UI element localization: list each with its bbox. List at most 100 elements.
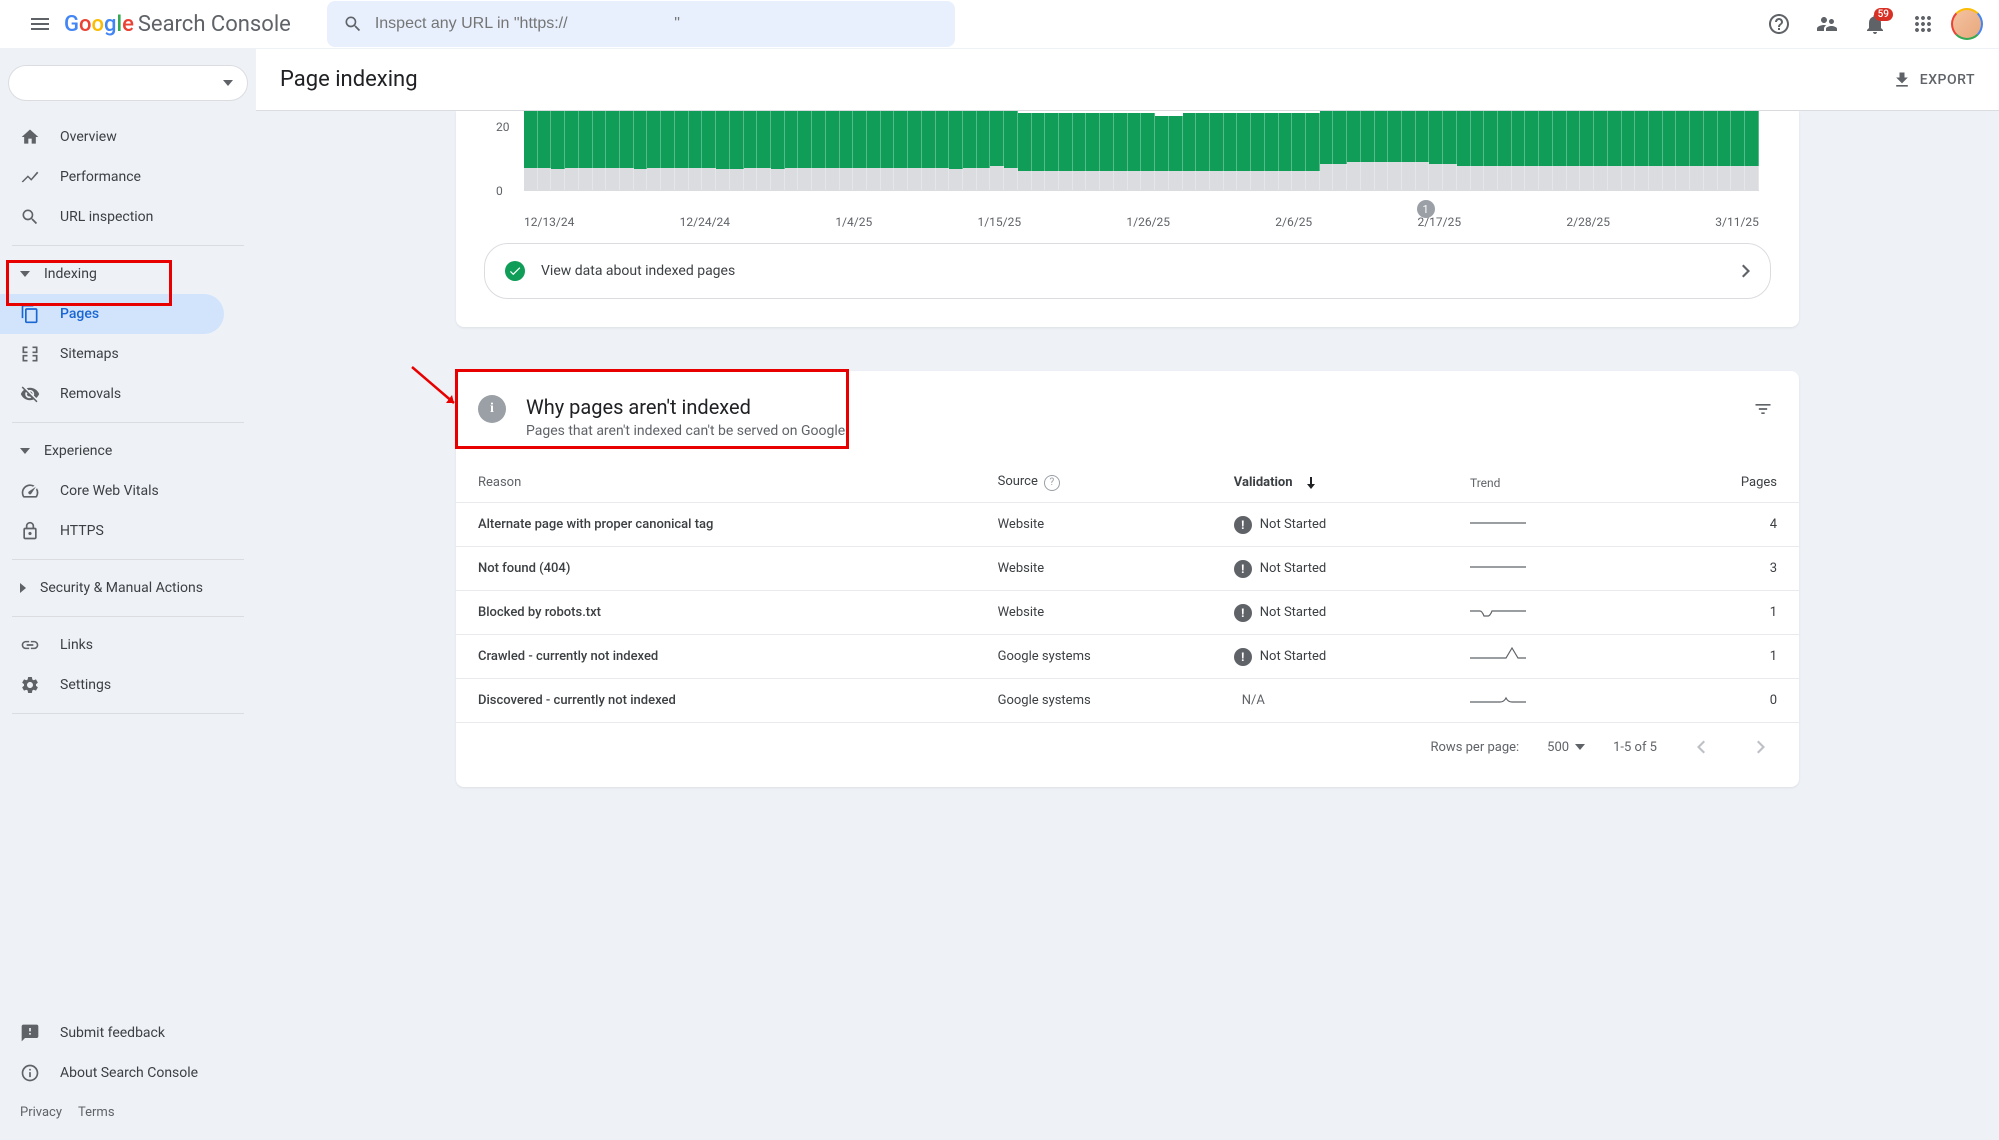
sidebar-section-indexing[interactable]: Indexing: [0, 254, 256, 294]
reasons-table: Reason Source? Validation Trend Pages Al…: [456, 463, 1799, 723]
table-row[interactable]: Blocked by robots.txt Website !Not Start…: [456, 591, 1799, 635]
sitemap-icon: [20, 344, 40, 364]
sidebar-label: Sitemaps: [60, 346, 119, 362]
sidebar-label: URL inspection: [60, 209, 153, 225]
notifications-icon[interactable]: 59: [1855, 4, 1895, 44]
visibility-off-icon: [20, 384, 40, 404]
sidebar-label: Removals: [60, 386, 121, 402]
col-validation-header[interactable]: Validation: [1234, 475, 1470, 490]
logo[interactable]: Google Search Console: [64, 12, 291, 37]
table-row[interactable]: Discovered - currently not indexed Googl…: [456, 679, 1799, 723]
sidebar-label: HTTPS: [60, 523, 104, 539]
filter-icon[interactable]: [1749, 395, 1777, 427]
sidebar-item-settings[interactable]: Settings: [0, 665, 224, 705]
indexing-chart: 20 0 1 12/13/2412/24/241/4/251/15/251/26…: [496, 111, 1759, 211]
export-label: EXPORT: [1920, 72, 1975, 88]
view-indexed-pages-button[interactable]: View data about indexed pages: [484, 243, 1771, 299]
chevron-right-icon: [20, 583, 26, 593]
app-header: Google Search Console 59: [0, 0, 1999, 48]
sidebar-label: About Search Console: [60, 1065, 198, 1081]
table-row[interactable]: Alternate page with proper canonical tag…: [456, 503, 1799, 547]
table-row[interactable]: Crawled - currently not indexed Google s…: [456, 635, 1799, 679]
y-tick: 0: [496, 184, 503, 198]
view-data-label: View data about indexed pages: [541, 263, 1726, 279]
next-page-button[interactable]: [1745, 731, 1777, 763]
col-pages-header[interactable]: Pages: [1659, 475, 1777, 490]
users-icon[interactable]: [1807, 4, 1847, 44]
sidebar: Overview Performance URL inspection Inde…: [0, 49, 256, 1140]
col-trend-header[interactable]: Trend: [1470, 476, 1659, 490]
sidebar-label: Pages: [60, 306, 99, 322]
prev-page-button[interactable]: [1685, 731, 1717, 763]
help-icon[interactable]: ?: [1044, 475, 1060, 491]
url-inspect-search[interactable]: [327, 1, 955, 47]
table-footer: Rows per page: 500 1-5 of 5: [456, 723, 1799, 763]
sidebar-label: Links: [60, 637, 93, 653]
property-selector[interactable]: [8, 65, 248, 101]
export-button[interactable]: EXPORT: [1892, 70, 1975, 90]
check-icon: [505, 261, 525, 281]
search-input[interactable]: [375, 15, 939, 33]
why-subtitle: Pages that aren't indexed can't be serve…: [526, 423, 845, 439]
chevron-down-icon: [20, 271, 30, 277]
sidebar-label: Experience: [44, 443, 112, 459]
table-row[interactable]: Not found (404) Website !Not Started 3: [456, 547, 1799, 591]
chart-marker[interactable]: 1: [1417, 200, 1435, 218]
gear-icon: [20, 675, 40, 695]
search-icon: [343, 14, 363, 34]
sidebar-item-about[interactable]: About Search Console: [0, 1053, 224, 1093]
sidebar-item-links[interactable]: Links: [0, 625, 224, 665]
sidebar-section-sma[interactable]: Security & Manual Actions: [0, 568, 256, 608]
terms-link[interactable]: Terms: [78, 1105, 115, 1120]
sidebar-label: Performance: [60, 169, 141, 185]
menu-icon[interactable]: [16, 0, 64, 48]
feedback-icon: [20, 1023, 40, 1043]
sidebar-item-sitemaps[interactable]: Sitemaps: [0, 334, 224, 374]
page-header: Page indexing EXPORT: [256, 49, 1999, 111]
product-name: Search Console: [138, 12, 291, 37]
sidebar-label: Overview: [60, 129, 117, 145]
col-reason-header[interactable]: Reason: [478, 475, 998, 490]
rows-per-page-select[interactable]: 500: [1547, 740, 1585, 755]
sidebar-item-pages[interactable]: Pages: [0, 294, 224, 334]
pages-icon: [20, 304, 40, 324]
sidebar-item-url-inspection[interactable]: URL inspection: [0, 197, 224, 237]
sort-desc-icon: [1305, 477, 1317, 489]
lock-icon: [20, 521, 40, 541]
help-icon[interactable]: [1759, 4, 1799, 44]
y-tick: 20: [496, 120, 510, 134]
sidebar-item-overview[interactable]: Overview: [0, 117, 224, 157]
sidebar-item-cwv[interactable]: Core Web Vitals: [0, 471, 224, 511]
chevron-down-icon: [1575, 744, 1585, 750]
notification-badge: 59: [1874, 8, 1893, 21]
sidebar-item-https[interactable]: HTTPS: [0, 511, 224, 551]
indexing-chart-card: 20 0 1 12/13/2412/24/241/4/251/15/251/26…: [456, 111, 1799, 327]
col-source-header[interactable]: Source?: [998, 474, 1234, 491]
sidebar-item-removals[interactable]: Removals: [0, 374, 224, 414]
search-icon: [20, 207, 40, 227]
chevron-down-icon: [20, 448, 30, 454]
info-icon: [20, 1063, 40, 1083]
sidebar-section-experience[interactable]: Experience: [0, 431, 256, 471]
sidebar-item-feedback[interactable]: Submit feedback: [0, 1013, 224, 1053]
privacy-link[interactable]: Privacy: [20, 1105, 62, 1120]
rows-per-page-label: Rows per page:: [1431, 740, 1520, 755]
home-icon: [20, 127, 40, 147]
why-title: Why pages aren't indexed: [526, 395, 845, 419]
apps-icon[interactable]: [1903, 4, 1943, 44]
chevron-right-icon: [1742, 264, 1750, 278]
pagination-range: 1-5 of 5: [1613, 740, 1657, 755]
page-title: Page indexing: [280, 67, 418, 92]
x-axis-ticks: 12/13/2412/24/241/4/251/15/251/26/252/6/…: [524, 215, 1759, 229]
info-icon: i: [478, 395, 506, 423]
sidebar-label: Settings: [60, 677, 111, 693]
account-avatar[interactable]: [1951, 8, 1983, 40]
speed-icon: [20, 481, 40, 501]
chevron-down-icon: [223, 80, 233, 86]
why-not-indexed-card: i Why pages aren't indexed Pages that ar…: [456, 371, 1799, 787]
download-icon: [1892, 70, 1912, 90]
links-icon: [20, 635, 40, 655]
sidebar-item-performance[interactable]: Performance: [0, 157, 224, 197]
trending-icon: [20, 167, 40, 187]
sidebar-label: Security & Manual Actions: [40, 580, 203, 596]
